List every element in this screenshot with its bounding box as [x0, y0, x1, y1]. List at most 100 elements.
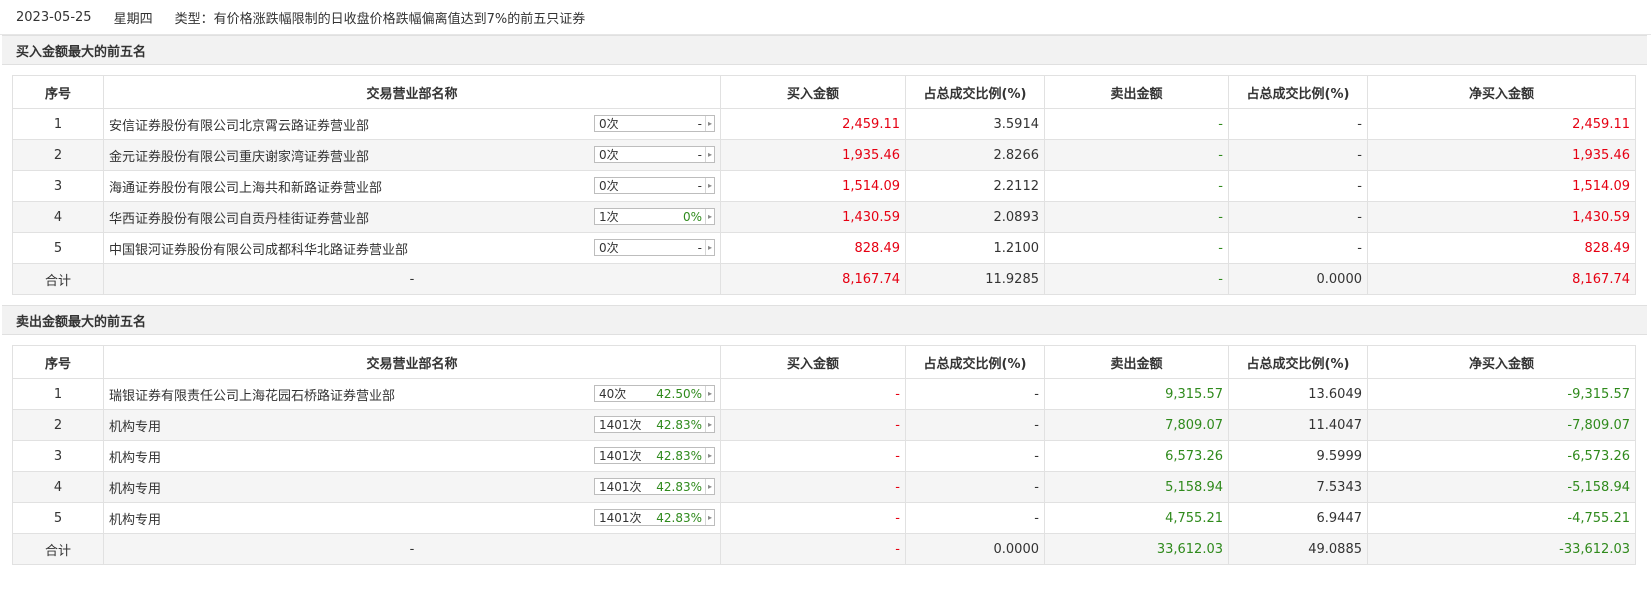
caret-right-icon: ▸	[705, 386, 714, 401]
branch-cell: 安信证券股份有限公司北京霄云路证券营业部 0次 - ▸	[103, 108, 721, 140]
col-branch-name: 交易营业部名称	[103, 345, 721, 379]
row-index: 2	[12, 139, 104, 171]
branch-stats-dropdown[interactable]: 1401次 42.83% ▸	[594, 416, 715, 433]
sell-ratio: -	[1228, 139, 1368, 171]
branch-name[interactable]: 机构专用	[109, 478, 161, 497]
branch-name[interactable]: 机构专用	[109, 509, 161, 528]
sell-amount: -	[1044, 170, 1229, 202]
sell-section-title: 卖出金额最大的前五名	[2, 305, 1647, 335]
row-index: 4	[12, 471, 104, 503]
caret-right-icon: ▸	[705, 178, 714, 193]
buy-amount: -	[720, 378, 906, 410]
buy-section-title: 买入金额最大的前五名	[2, 35, 1647, 65]
col-buy-amount: 买入金额	[720, 75, 906, 109]
buy-ratio: -	[905, 409, 1045, 441]
net-buy-amount: -5,158.94	[1367, 471, 1636, 503]
sell-ratio: 13.6049	[1228, 378, 1368, 410]
col-buy-ratio: 占总成交比例(%)	[905, 75, 1045, 109]
win-rate: -	[697, 147, 702, 162]
net-buy-amount: 1,935.46	[1367, 139, 1636, 171]
row-index: 1	[12, 378, 104, 410]
branch-cell: 机构专用 1401次 42.83% ▸	[103, 440, 721, 472]
row-index: 2	[12, 409, 104, 441]
branch-stats-dropdown[interactable]: 1401次 42.83% ▸	[594, 509, 715, 526]
buy-ratio: 2.8266	[905, 139, 1045, 171]
branch-stats-dropdown[interactable]: 0次 - ▸	[594, 239, 715, 256]
sell-ratio: 7.5343	[1228, 471, 1368, 503]
list-count: 1401次	[599, 449, 642, 463]
total-branch: -	[103, 533, 721, 565]
branch-name[interactable]: 中国银河证券股份有限公司成都科华北路证券营业部	[109, 239, 408, 258]
table-row: 5 中国银河证券股份有限公司成都科华北路证券营业部 0次 - ▸ 828.49 1.2100…	[12, 232, 1636, 264]
branch-stats-dropdown[interactable]: 0次 - ▸	[594, 146, 715, 163]
branch-name[interactable]: 安信证券股份有限公司北京霄云路证券营业部	[109, 115, 369, 134]
sell-ratio: 6.9447	[1228, 502, 1368, 534]
col-buy-ratio: 占总成交比例(%)	[905, 345, 1045, 379]
sell-amount: -	[1044, 201, 1229, 233]
branch-stats-dropdown[interactable]: 1401次 42.83% ▸	[594, 447, 715, 464]
sell-ratio: -	[1228, 232, 1368, 264]
total-buy-amount: -	[720, 533, 906, 565]
branch-name[interactable]: 海通证券股份有限公司上海共和新路证券营业部	[109, 177, 382, 196]
list-count: 1401次	[599, 511, 642, 525]
row-index: 4	[12, 201, 104, 233]
total-buy-ratio: 11.9285	[905, 263, 1045, 295]
branch-name[interactable]: 机构专用	[109, 447, 161, 466]
branch-cell: 华西证券股份有限公司自贡丹桂街证券营业部 1次 0% ▸	[103, 201, 721, 233]
branch-stats-dropdown[interactable]: 0次 - ▸	[594, 177, 715, 194]
sell-amount: 4,755.21	[1044, 502, 1229, 534]
total-buy-amount: 8,167.74	[720, 263, 906, 295]
net-buy-amount: 828.49	[1367, 232, 1636, 264]
caret-right-icon: ▸	[705, 147, 714, 162]
net-buy-amount: 2,459.11	[1367, 108, 1636, 140]
branch-cell: 中国银河证券股份有限公司成都科华北路证券营业部 0次 - ▸	[103, 232, 721, 264]
total-branch: -	[103, 263, 721, 295]
top-info-bar: 2023-05-25 星期四 类型：有价格涨跌幅限制的日收盘价格跌幅偏离值达到7…	[0, 0, 1651, 35]
win-rate: 42.83%	[656, 479, 702, 494]
caret-right-icon: ▸	[705, 417, 714, 432]
sell-ratio: 11.4047	[1228, 409, 1368, 441]
branch-name[interactable]: 机构专用	[109, 416, 161, 435]
branch-cell: 机构专用 1401次 42.83% ▸	[103, 502, 721, 534]
buy-amount: -	[720, 502, 906, 534]
branch-name[interactable]: 瑞银证券有限责任公司上海花园石桥路证券营业部	[109, 385, 395, 404]
branch-stats-dropdown[interactable]: 1次 0% ▸	[594, 208, 715, 225]
buy-amount: 1,935.46	[720, 139, 906, 171]
table-header-row: 序号 交易营业部名称 买入金额 占总成交比例(%) 卖出金额 占总成交比例(%)…	[12, 75, 1636, 109]
list-count: 40次	[599, 387, 627, 401]
table-row: 2 机构专用 1401次 42.83% ▸ - -7,809.07 11.4047 -7,809…	[12, 409, 1636, 441]
sell-top5-table: 序号 交易营业部名称 买入金额 占总成交比例(%) 卖出金额 占总成交比例(%)…	[12, 345, 1636, 565]
row-index: 5	[12, 502, 104, 534]
branch-name[interactable]: 金元证券股份有限公司重庆谢家湾证券营业部	[109, 146, 369, 165]
sell-amount: 6,573.26	[1044, 440, 1229, 472]
col-index: 序号	[12, 345, 104, 379]
col-sell-ratio: 占总成交比例(%)	[1228, 75, 1368, 109]
branch-stats-dropdown[interactable]: 0次 - ▸	[594, 115, 715, 132]
win-rate: -	[697, 178, 702, 193]
total-row: 合计 - -0.0000 33,612.03 49.0885 -33,612.03	[12, 533, 1636, 565]
branch-stats-dropdown[interactable]: 40次 42.50% ▸	[594, 385, 715, 402]
win-rate: -	[697, 240, 702, 255]
sell-amount: -	[1044, 232, 1229, 264]
list-count: 1次	[599, 210, 619, 224]
buy-amount: -	[720, 471, 906, 503]
branch-stats-dropdown[interactable]: 1401次 42.83% ▸	[594, 478, 715, 495]
branch-name[interactable]: 华西证券股份有限公司自贡丹桂街证券营业部	[109, 208, 369, 227]
total-row: 合计 -8,167.74 11.9285-0.0000 8,167.74	[12, 263, 1636, 295]
table-row: 3 机构专用 1401次 42.83% ▸ - -6,573.26 9.5999 -6,573.…	[12, 440, 1636, 472]
list-count: 0次	[599, 241, 619, 255]
total-sell-amount: -	[1044, 263, 1229, 295]
sell-amount: 7,809.07	[1044, 409, 1229, 441]
row-index: 1	[12, 108, 104, 140]
sell-ratio: -	[1228, 201, 1368, 233]
buy-amount: 828.49	[720, 232, 906, 264]
buy-ratio: 1.2100	[905, 232, 1045, 264]
total-sell-amount: 33,612.03	[1044, 533, 1229, 565]
col-sell-amount: 卖出金额	[1044, 345, 1229, 379]
buy-amount: 1,514.09	[720, 170, 906, 202]
sell-amount: -	[1044, 139, 1229, 171]
table-row: 4 机构专用 1401次 42.83% ▸ - -5,158.94 7.5343 -5,158.…	[12, 471, 1636, 503]
buy-top5-table: 序号 交易营业部名称 买入金额 占总成交比例(%) 卖出金额 占总成交比例(%)…	[12, 75, 1636, 295]
buy-ratio: 2.0893	[905, 201, 1045, 233]
buy-amount: -	[720, 409, 906, 441]
